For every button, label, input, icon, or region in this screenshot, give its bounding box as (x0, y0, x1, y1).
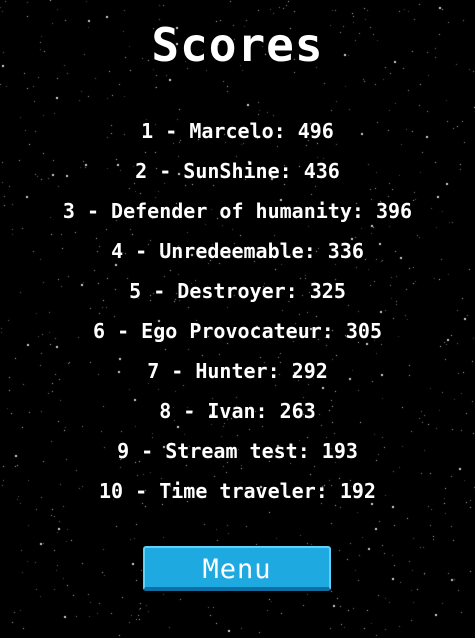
score-list: 1 - Marcelo: 496 2 - SunShine: 436 3 - D… (0, 116, 475, 516)
score-entry: 9 - Stream test: 193 (117, 439, 358, 463)
score-entry: 1 - Marcelo: 496 (141, 119, 334, 143)
score-entry: 2 - SunShine: 436 (135, 159, 340, 183)
score-entry: 10 - Time traveler: 192 (99, 479, 376, 503)
score-entry: 5 - Destroyer: 325 (129, 279, 346, 303)
score-entry: 6 - Ego Provocateur: 305 (93, 319, 382, 343)
score-entry: 8 - Ivan: 263 (159, 399, 316, 423)
score-entry: 4 - Unredeemable: 336 (111, 239, 364, 263)
scores-screen: Scores 1 - Marcelo: 496 2 - SunShine: 43… (0, 0, 475, 638)
score-entry: 3 - Defender of humanity: 396 (62, 199, 413, 223)
menu-button[interactable]: Menu (143, 546, 331, 591)
page-title: Scores (151, 18, 324, 72)
score-entry: 7 - Hunter: 292 (147, 359, 328, 383)
